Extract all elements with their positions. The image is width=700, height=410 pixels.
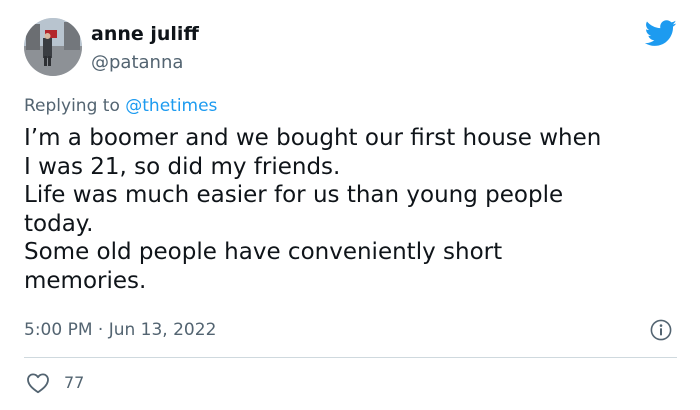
tweet-text-line: Some old people have conveniently short [24,239,503,266]
tweet-text-line: today. [24,210,94,237]
tweet-text-line: Life was much easier for us than young p… [24,182,564,209]
divider [24,357,677,358]
author-handle[interactable]: @patanna [91,51,199,75]
tweet-card: anne juliff @patanna Replying to @thetim… [0,0,700,410]
like-count: 77 [64,373,85,392]
avatar[interactable] [24,18,82,76]
tweet-text-line: I’m a boomer and we bought our first hou… [24,125,602,151]
like-button[interactable]: 77 [26,372,84,394]
reply-mention-link[interactable]: @thetimes [125,96,217,116]
replying-to-label: Replying to [24,96,120,116]
tweet-text: I’m a boomer and we bought our first hou… [24,124,684,296]
info-icon[interactable] [650,319,672,341]
tweet-timestamp[interactable]: 5:00 PM · Jun 13, 2022 [24,319,216,341]
author-block: anne juliff @patanna [91,22,199,75]
tweet-text-line: I was 21, so did my friends. [24,153,341,180]
author-display-name[interactable]: anne juliff [91,22,199,46]
twitter-bird-icon[interactable] [644,20,677,48]
heart-icon[interactable] [26,372,50,394]
replying-to: Replying to @thetimes [24,95,217,117]
tweet-text-line: memories. [24,267,147,294]
